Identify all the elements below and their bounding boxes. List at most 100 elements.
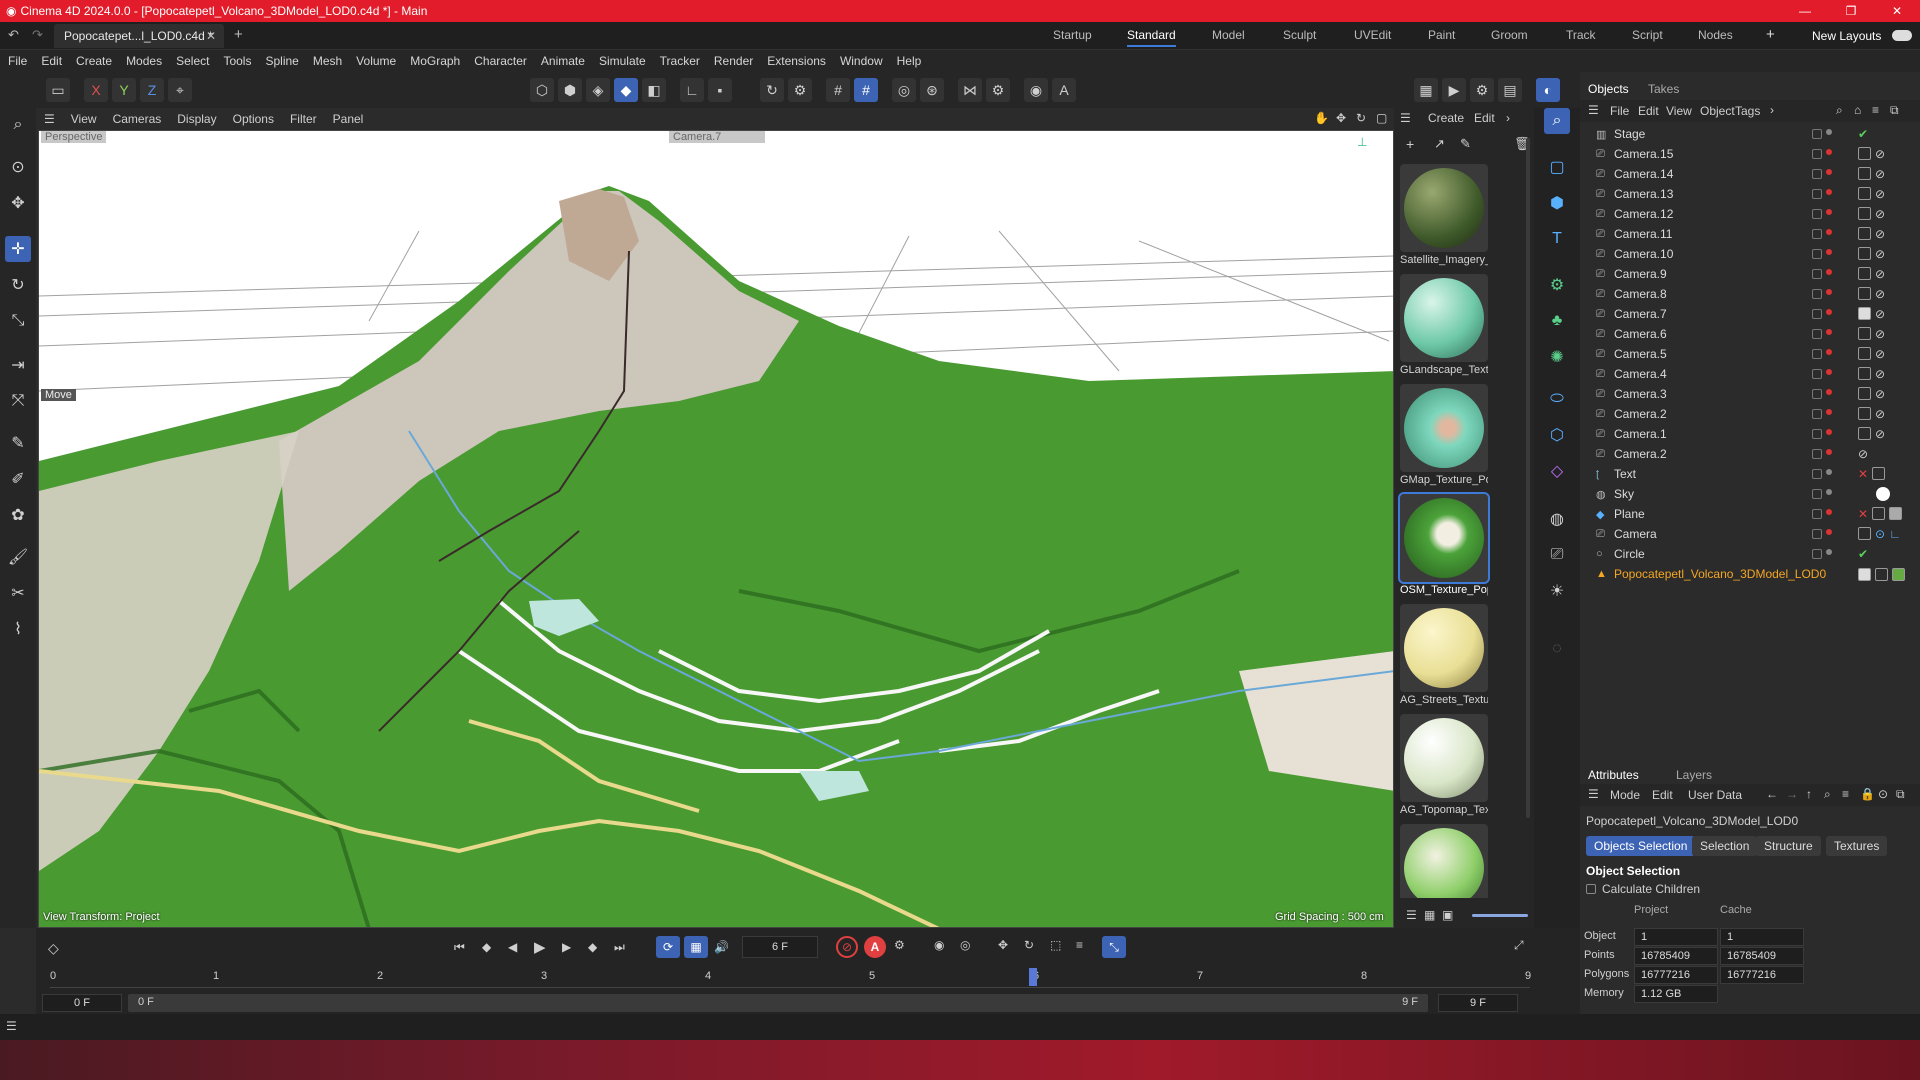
axis-mode-icon[interactable]: ∟ (680, 78, 704, 102)
subtab-selection[interactable]: Selection (1692, 836, 1758, 856)
object-menu-edit[interactable]: Edit (1638, 104, 1659, 118)
layer-check[interactable] (1812, 529, 1822, 539)
playhead[interactable] (1029, 968, 1038, 986)
record-keyframe-icon[interactable]: ⊘ (836, 936, 858, 958)
layer-check[interactable] (1814, 569, 1824, 579)
tab-takes[interactable]: Takes (1648, 82, 1679, 96)
next-frame-icon[interactable]: ▶ (562, 940, 571, 954)
object-row[interactable]: ⎚ Camera.5 ⊘ (1580, 344, 1920, 364)
editor-dot[interactable] (1826, 529, 1832, 535)
active-camera-label[interactable]: Camera.7 (669, 131, 765, 143)
object-row[interactable]: ⎚ Camera.15 ⊘ (1580, 144, 1920, 164)
z-axis-button[interactable]: Z (140, 78, 164, 102)
rectangle-icon[interactable]: ▢ (1544, 154, 1570, 180)
object-row[interactable]: ⎚ Camera.2 ⊘ (1580, 444, 1920, 464)
target-tag-icon[interactable] (1858, 267, 1871, 280)
redo-icon[interactable]: ↷ (32, 27, 43, 43)
object-row[interactable]: ⎚ Camera.3 ⊘ (1580, 384, 1920, 404)
attr-search-icon[interactable]: ⌕ (1824, 787, 1831, 802)
next-key-icon[interactable]: ◆ (588, 940, 597, 954)
polygons-mode-icon[interactable]: ◈ (586, 78, 610, 102)
menu-tracker[interactable]: Tracker (660, 54, 700, 68)
material-tag-icon[interactable] (1889, 507, 1903, 520)
material-add-icon[interactable]: + (1406, 136, 1414, 152)
viewport-menu-filter[interactable]: Filter (290, 112, 317, 126)
protection-tag-icon[interactable]: ⊘ (1875, 227, 1885, 241)
transfer-tool-icon[interactable]: ⇥ (5, 352, 31, 378)
move-tool-icon[interactable]: ✥ (5, 190, 31, 216)
target-tag-icon[interactable] (1858, 347, 1871, 360)
editor-dot[interactable] (1826, 249, 1832, 255)
object-row[interactable]: ◆ Plane ✕ (1580, 504, 1920, 524)
interpolation-icon[interactable]: ⤡ (1102, 936, 1126, 958)
play-icon[interactable]: ▶ (534, 938, 546, 956)
viewport-menu-options[interactable]: Options (233, 112, 274, 126)
viewport-solo-icon[interactable]: ◉ (1024, 78, 1048, 102)
material-eyedropper-icon[interactable]: ✎ (1460, 136, 1471, 152)
visibility-flags[interactable] (1812, 169, 1832, 179)
object-home-icon[interactable]: ⌂ (1854, 103, 1861, 117)
layout-tab-groom[interactable]: Groom (1491, 28, 1528, 42)
object-row[interactable]: ▥ Stage ✔ (1580, 124, 1920, 144)
layer-check[interactable] (1812, 429, 1822, 439)
visibility-flags[interactable] (1812, 489, 1832, 499)
target-tag-icon[interactable] (1858, 367, 1871, 380)
target-tag-icon[interactable] (1858, 167, 1871, 180)
layer-check[interactable] (1812, 489, 1822, 499)
close-tab-icon[interactable]: ✕ (206, 29, 216, 43)
cube-icon[interactable]: ⬢ (1544, 190, 1570, 216)
layer-check[interactable] (1812, 329, 1822, 339)
protection-tag-icon[interactable]: ⊘ (1875, 407, 1885, 421)
workplane-icon[interactable]: A (1052, 78, 1076, 102)
menu-create[interactable]: Create (76, 54, 112, 68)
object-row[interactable]: ⎚ Camera.6 ⊘ (1580, 324, 1920, 344)
target-tag-active-icon[interactable] (1858, 307, 1871, 320)
material-scrollbar[interactable] (1526, 138, 1530, 818)
object-row[interactable]: ⎚ Camera.8 ⊘ (1580, 284, 1920, 304)
target-tag-icon[interactable] (1858, 527, 1871, 540)
cube-search-icon[interactable]: ⌕ (1544, 108, 1570, 134)
object-filter-icon[interactable]: ≡ (1872, 103, 1879, 117)
disabled-tool-icon[interactable]: ◌ (1544, 636, 1570, 662)
menu-mograph[interactable]: MoGraph (410, 54, 460, 68)
editor-dot[interactable] (1826, 289, 1832, 295)
visibility-flags[interactable] (1812, 369, 1832, 379)
layout-tab-script[interactable]: Script (1632, 28, 1663, 42)
visibility-flags[interactable] (1812, 549, 1832, 559)
viewport-menu-panel[interactable]: Panel (333, 112, 364, 126)
object-menu-view[interactable]: View (1666, 104, 1692, 118)
enabled-check-icon[interactable]: ✔ (1858, 547, 1868, 561)
target-tag-icon[interactable] (1858, 247, 1871, 260)
keyframe-settings-icon[interactable]: ⚙ (894, 938, 905, 952)
attr-popout-icon[interactable]: ⧉ (1896, 787, 1905, 802)
material-hamburger-icon[interactable]: ☰ (1400, 111, 1411, 125)
material-swatch[interactable]: Satellite_Imagery_ (1400, 164, 1488, 266)
editor-dot[interactable] (1826, 149, 1832, 155)
editor-dot[interactable] (1826, 489, 1832, 495)
protection-tag-icon[interactable]: ⊘ (1875, 347, 1885, 361)
viewport-rotate-icon[interactable]: ↻ (1356, 111, 1366, 125)
texture-mode-icon[interactable]: ▪ (708, 78, 732, 102)
object-menu-more-icon[interactable]: › (1770, 103, 1774, 117)
cloner-icon[interactable]: ♣ (1544, 308, 1570, 334)
close-button[interactable]: ✕ (1874, 0, 1920, 22)
new-attr-icon[interactable]: ⊙ (1878, 787, 1888, 801)
preview-size-slider[interactable] (1472, 914, 1528, 917)
target-tag-icon[interactable] (1858, 187, 1871, 200)
layer-check[interactable] (1812, 509, 1822, 519)
tab-attributes[interactable]: Attributes (1588, 768, 1639, 782)
material-menu-edit[interactable]: Edit (1474, 111, 1495, 125)
protection-tag-icon[interactable]: ⊘ (1875, 387, 1885, 401)
target-tag-icon[interactable] (1858, 227, 1871, 240)
visibility-flags[interactable] (1812, 409, 1832, 419)
target-tag-icon[interactable] (1858, 287, 1871, 300)
attr-filter-icon[interactable]: ≡ (1842, 787, 1849, 801)
object-row[interactable]: ○ Circle ✔ (1580, 544, 1920, 564)
layout-tab-track[interactable]: Track (1566, 28, 1596, 42)
sky-material-tag-icon[interactable] (1876, 487, 1890, 501)
object-row-selected[interactable]: ▲ Popocatepetl_Volcano_3DModel_LOD0 (1580, 564, 1920, 584)
object-row[interactable]: ⎚ Camera.11 ⊘ (1580, 224, 1920, 244)
new-layouts-label[interactable]: New Layouts (1812, 29, 1881, 43)
object-popout-icon[interactable]: ⧉ (1890, 103, 1899, 118)
menu-mesh[interactable]: Mesh (313, 54, 342, 68)
